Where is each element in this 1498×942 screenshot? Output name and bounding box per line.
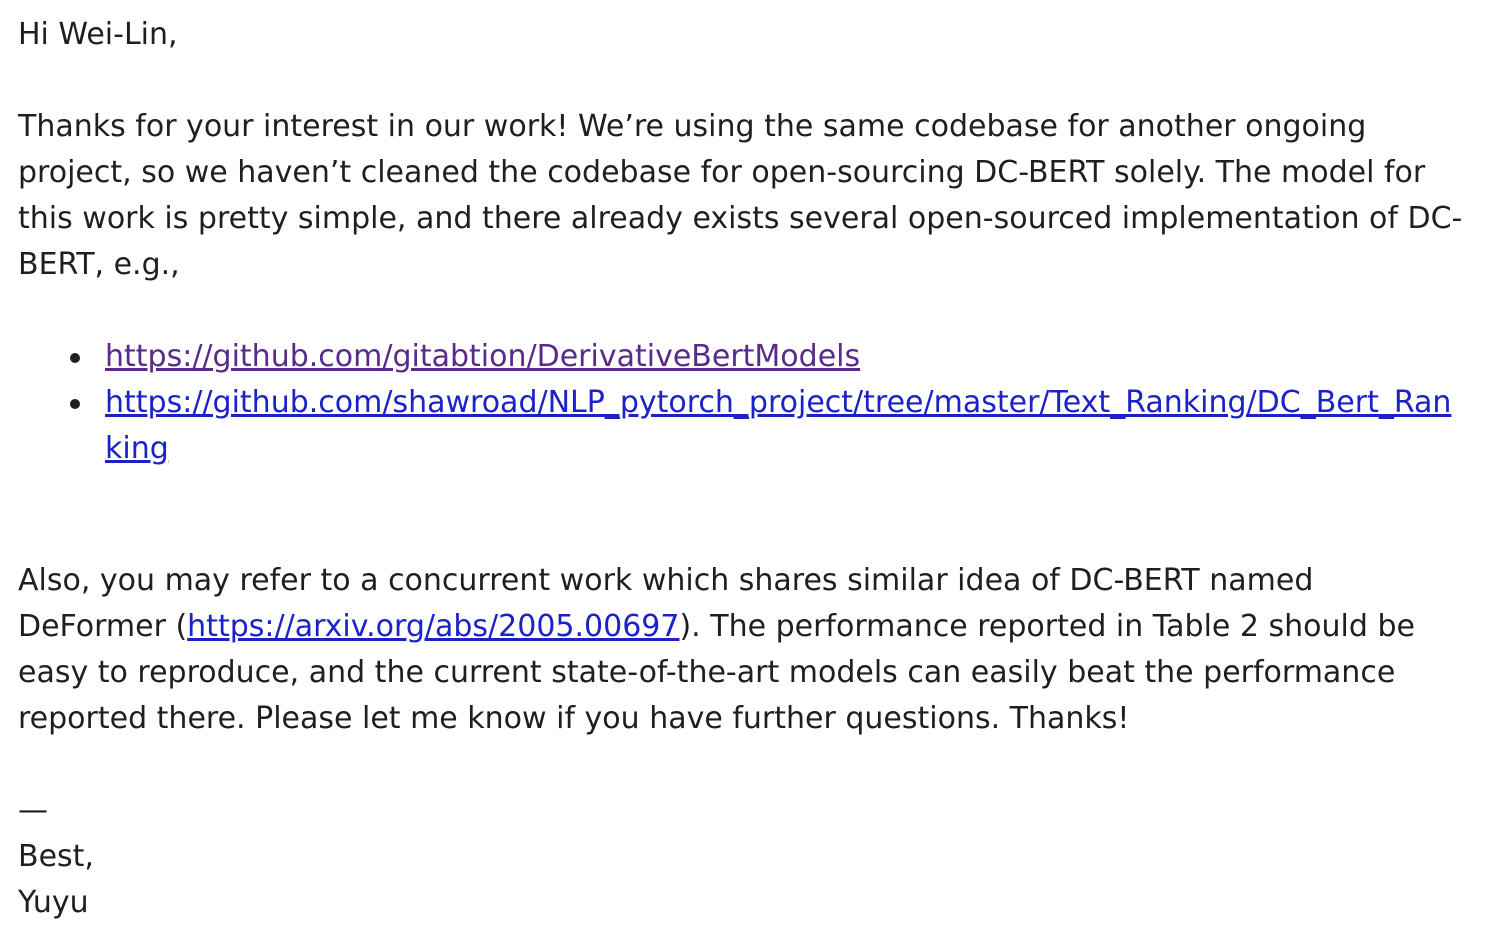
email-body: Hi Wei-Lin, Thanks for your interest in … <box>0 0 1498 926</box>
paragraph-intro: Thanks for your interest in our work! We… <box>18 109 1463 282</box>
paragraph-deformer: Also, you may refer to a concurrent work… <box>18 558 1463 742</box>
bullet-icon <box>70 399 80 409</box>
link-list: https://github.com/gitabtion/DerivativeB… <box>18 334 1480 472</box>
sender-name: Yuyu <box>18 885 89 920</box>
link-derivative-bert-models[interactable]: https://github.com/gitabtion/DerivativeB… <box>105 339 860 374</box>
link-arxiv-deformer[interactable]: https://arxiv.org/abs/2005.00697 <box>187 609 679 644</box>
list-item: https://github.com/gitabtion/DerivativeB… <box>70 334 1465 380</box>
signoff: Best, <box>18 839 94 874</box>
greeting: Hi Wei-Lin, <box>18 17 178 52</box>
signature-separator: — <box>18 793 48 828</box>
bullet-icon <box>70 353 80 363</box>
list-item: https://github.com/shawroad/NLP_pytorch_… <box>70 380 1465 472</box>
link-dc-bert-ranking[interactable]: https://github.com/shawroad/NLP_pytorch_… <box>105 385 1451 466</box>
